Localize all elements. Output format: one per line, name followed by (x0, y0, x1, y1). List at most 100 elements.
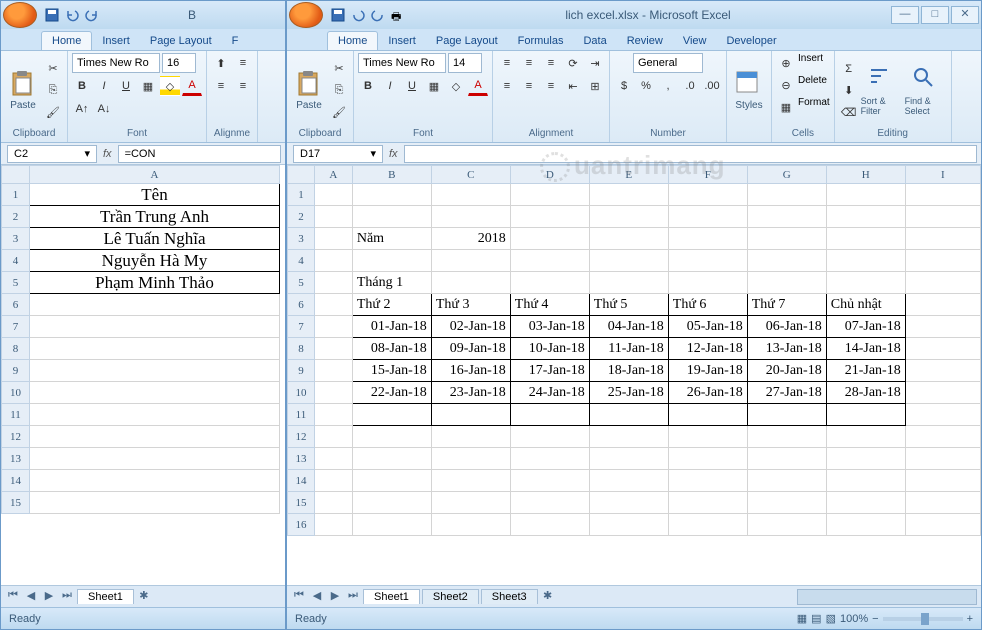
redo-icon[interactable] (85, 8, 99, 22)
cell-B13[interactable] (352, 448, 431, 470)
percent-icon[interactable]: % (636, 76, 656, 96)
increase-decimal-icon[interactable]: .0 (680, 76, 700, 96)
cell[interactable] (30, 360, 280, 382)
col-header-D[interactable]: D (510, 166, 589, 184)
cell-E9[interactable]: 18-Jan-18 (589, 360, 668, 382)
cell-C13[interactable] (431, 448, 510, 470)
cell-F3[interactable] (668, 228, 747, 250)
delete-button[interactable]: ⊖Delete (776, 75, 827, 95)
cell-G4[interactable] (747, 250, 826, 272)
zoom-out-button[interactable]: − (872, 613, 878, 625)
row-header[interactable]: 13 (2, 448, 30, 470)
cell-A5[interactable] (314, 272, 352, 294)
underline-button[interactable]: U (402, 76, 422, 96)
formula-bar[interactable]: =CON (118, 145, 281, 163)
cell-E6[interactable]: Thứ 5 (589, 294, 668, 316)
cell[interactable] (30, 316, 280, 338)
cell-B8[interactable]: 08-Jan-18 (352, 338, 431, 360)
cell-I3[interactable] (905, 228, 980, 250)
cell-F8[interactable]: 12-Jan-18 (668, 338, 747, 360)
cell-I16[interactable] (905, 514, 980, 536)
cell-H15[interactable] (826, 492, 905, 514)
fill-color-button[interactable]: ◇ (446, 76, 466, 96)
cell-A4[interactable] (314, 250, 352, 272)
cell-G15[interactable] (747, 492, 826, 514)
cell-E12[interactable] (589, 426, 668, 448)
cell-H8[interactable]: 14-Jan-18 (826, 338, 905, 360)
cell-I6[interactable] (905, 294, 980, 316)
cell-F16[interactable] (668, 514, 747, 536)
redo-icon[interactable] (371, 8, 385, 22)
col-header-A[interactable]: A (314, 166, 352, 184)
cell-E5[interactable] (589, 272, 668, 294)
cell-F15[interactable] (668, 492, 747, 514)
row-header[interactable]: 8 (2, 338, 30, 360)
row-header[interactable]: 14 (288, 470, 315, 492)
row-header[interactable]: 14 (2, 470, 30, 492)
cell-B14[interactable] (352, 470, 431, 492)
cell-A13[interactable] (314, 448, 352, 470)
cell-H5[interactable] (826, 272, 905, 294)
zoom-level[interactable]: 100% (840, 613, 868, 625)
font-color-button[interactable]: A (182, 76, 202, 96)
cell-I10[interactable] (905, 382, 980, 404)
cell-B3[interactable]: Năm (352, 228, 431, 250)
sheet-tab[interactable]: Sheet2 (422, 589, 479, 604)
cell-I8[interactable] (905, 338, 980, 360)
formula-bar[interactable] (404, 145, 977, 163)
cell-C12[interactable] (431, 426, 510, 448)
cell-I5[interactable] (905, 272, 980, 294)
cell-G6[interactable]: Thứ 7 (747, 294, 826, 316)
font-color-button[interactable]: A (468, 76, 488, 96)
cell-F10[interactable]: 26-Jan-18 (668, 382, 747, 404)
cell-D4[interactable] (510, 250, 589, 272)
view-layout-icon[interactable]: ▤ (811, 612, 821, 625)
autosum-icon[interactable]: Σ (839, 59, 859, 79)
align-left-icon[interactable]: ≡ (211, 76, 231, 96)
row-header[interactable]: 9 (288, 360, 315, 382)
cell-G5[interactable] (747, 272, 826, 294)
save-icon[interactable] (45, 8, 59, 22)
row-header[interactable]: 5 (2, 272, 30, 294)
sheet-nav-prev-icon[interactable]: ◀ (23, 589, 39, 605)
minimize-button[interactable]: — (891, 6, 919, 24)
tab-insert[interactable]: Insert (92, 32, 140, 50)
view-break-icon[interactable]: ▧ (826, 612, 836, 625)
align-top-icon[interactable]: ≡ (497, 53, 517, 73)
cell-I12[interactable] (905, 426, 980, 448)
cell-E4[interactable] (589, 250, 668, 272)
row-header[interactable]: 3 (288, 228, 315, 250)
cut-icon[interactable]: ✂ (43, 59, 63, 79)
cell-F7[interactable]: 05-Jan-18 (668, 316, 747, 338)
paste-button[interactable]: Paste (5, 58, 41, 124)
font-size-select[interactable] (162, 53, 196, 73)
cell-F5[interactable] (668, 272, 747, 294)
cell-H7[interactable]: 07-Jan-18 (826, 316, 905, 338)
office-button[interactable] (289, 2, 323, 28)
cut-icon[interactable]: ✂ (329, 59, 349, 79)
col-header-A[interactable]: A (30, 166, 280, 184)
cell-A1[interactable] (314, 184, 352, 206)
cell-E16[interactable] (589, 514, 668, 536)
col-header-E[interactable]: E (589, 166, 668, 184)
cell-A5[interactable]: Phạm Minh Thảo (30, 272, 280, 294)
italic-button[interactable]: I (380, 76, 400, 96)
cell-C15[interactable] (431, 492, 510, 514)
cell-C14[interactable] (431, 470, 510, 492)
fx-icon[interactable]: fx (103, 148, 112, 160)
bold-button[interactable]: B (72, 76, 92, 96)
cell-G13[interactable] (747, 448, 826, 470)
cell-D7[interactable]: 03-Jan-18 (510, 316, 589, 338)
cell-I15[interactable] (905, 492, 980, 514)
cell-A12[interactable] (314, 426, 352, 448)
tab-formulas[interactable]: F (222, 32, 249, 50)
cell-G2[interactable] (747, 206, 826, 228)
cell-H1[interactable] (826, 184, 905, 206)
print-preview-icon[interactable]: 🖶 (391, 8, 405, 22)
cell-A4[interactable]: Nguyễn Hà My (30, 250, 280, 272)
align-middle-icon[interactable]: ≡ (519, 53, 539, 73)
sort-filter-button[interactable]: Sort & Filter (861, 58, 903, 124)
row-header[interactable]: 15 (288, 492, 315, 514)
font-name-select[interactable] (72, 53, 160, 73)
chevron-down-icon[interactable]: ▾ (84, 147, 90, 160)
